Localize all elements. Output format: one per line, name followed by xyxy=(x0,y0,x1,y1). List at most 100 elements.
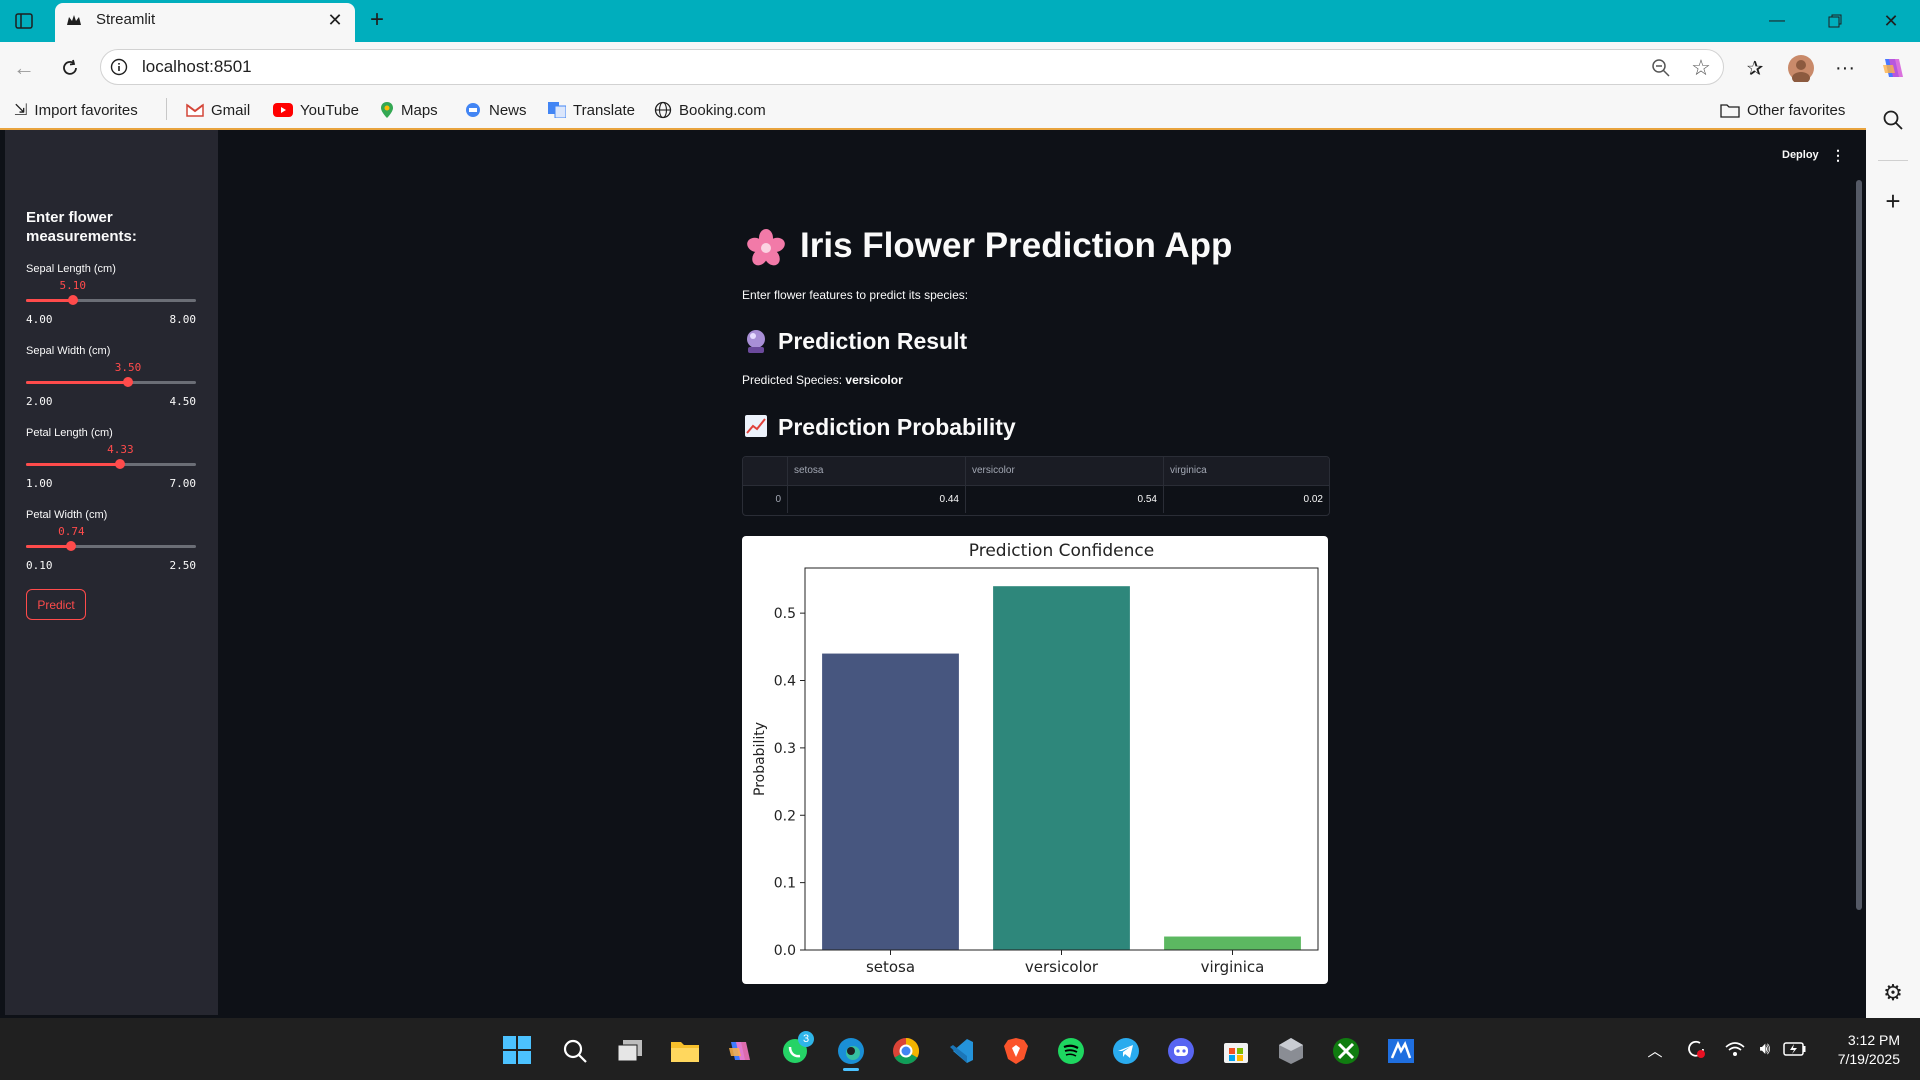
predict-label: Predict xyxy=(37,597,75,612)
slider-min: 0.10 xyxy=(26,559,53,572)
favorites-list-icon[interactable]: ✰ xyxy=(1742,55,1768,81)
y-tick-label: 0.3 xyxy=(774,741,796,757)
slider-label: Petal Length (cm) xyxy=(26,427,113,439)
maps-pin-icon xyxy=(381,102,393,118)
new-tab-icon[interactable]: + xyxy=(364,6,390,33)
slider-max: 4.50 xyxy=(169,395,197,408)
fav-label: Import favorites xyxy=(34,101,138,119)
slider-min: 1.00 xyxy=(26,477,53,490)
vscode-icon[interactable] xyxy=(944,1034,978,1068)
fav-booking[interactable]: Booking.com xyxy=(654,97,766,123)
edge-active-indicator xyxy=(843,1068,859,1071)
table-cell[interactable]: 0.54 xyxy=(965,485,1164,513)
more-options-icon[interactable]: ··· xyxy=(1830,55,1860,81)
spotify-icon[interactable] xyxy=(1054,1034,1088,1068)
refresh-icon[interactable] xyxy=(56,54,84,82)
telegram-icon[interactable] xyxy=(1109,1034,1143,1068)
fav-news[interactable]: News xyxy=(464,97,527,123)
site-info-icon[interactable] xyxy=(108,56,130,78)
slider-label: Petal Width (cm) xyxy=(26,509,108,521)
youtube-icon xyxy=(273,103,293,117)
main-menu-icon[interactable]: ⋮ xyxy=(1831,146,1845,164)
add-sidebar-icon[interactable]: + xyxy=(1878,186,1908,216)
bar-versicolor xyxy=(993,586,1130,950)
fav-import-favorites[interactable]: ⇲ Import favorites xyxy=(14,97,138,123)
x-tick-label: versicolor xyxy=(1025,958,1099,976)
fav-other-favorites[interactable]: Other favorites xyxy=(1720,97,1845,123)
back-icon[interactable]: ← xyxy=(10,54,38,82)
microsoft-store-icon[interactable] xyxy=(1219,1034,1253,1068)
discord-icon[interactable] xyxy=(1164,1034,1198,1068)
slider-label: Sepal Length (cm) xyxy=(26,263,116,275)
chart-title: Prediction Confidence xyxy=(969,541,1154,561)
settings-gear-icon[interactable]: ⚙ xyxy=(1878,978,1908,1008)
tab-actions-icon[interactable] xyxy=(12,10,36,32)
fav-divider xyxy=(166,98,167,120)
slider-fill xyxy=(26,545,72,548)
file-explorer-icon[interactable] xyxy=(669,1036,701,1066)
row-index: 0 xyxy=(743,485,788,513)
edge-icon[interactable] xyxy=(834,1034,868,1068)
table-cell[interactable]: 0.44 xyxy=(787,485,966,513)
tab-title: Streamlit xyxy=(96,11,156,28)
slider-value: 5.10 xyxy=(59,279,87,292)
clock[interactable]: 3:12 PM 7/19/2025 xyxy=(1818,1031,1900,1069)
slider-min: 2.00 xyxy=(26,395,53,408)
chart-increasing-icon xyxy=(744,414,768,440)
column-header[interactable]: setosa xyxy=(787,457,966,485)
profile-avatar[interactable] xyxy=(1786,53,1816,83)
predicted-species: Predicted Species: versicolor xyxy=(742,373,903,387)
fav-gmail[interactable]: Gmail xyxy=(186,97,250,123)
zoom-icon[interactable] xyxy=(1648,55,1674,81)
crystal-ball-icon xyxy=(744,328,768,354)
table-cell[interactable]: 0.02 xyxy=(1164,485,1330,513)
y-axis-label: Probability xyxy=(752,722,768,796)
probability-table[interactable]: setosa versicolor virginica 0 0.44 0.54 … xyxy=(742,456,1330,516)
main-scrollbar[interactable] xyxy=(1856,180,1862,910)
column-header[interactable]: virginica xyxy=(1164,457,1330,485)
taskbar-search-icon[interactable] xyxy=(559,1036,591,1066)
tab-close-icon[interactable]: ✕ xyxy=(324,9,346,31)
battery-icon[interactable] xyxy=(1782,1036,1808,1062)
translate-icon xyxy=(548,102,566,118)
copilot-icon[interactable] xyxy=(1876,52,1908,84)
predict-button[interactable]: Predict xyxy=(26,589,86,620)
streamlit-crown-icon xyxy=(64,10,84,30)
wifi-icon[interactable] xyxy=(1722,1036,1748,1062)
windows-start-icon[interactable] xyxy=(501,1034,533,1066)
x-tick-label: setosa xyxy=(866,958,915,976)
unity-icon[interactable] xyxy=(1274,1034,1308,1068)
blue-app-icon[interactable] xyxy=(1384,1034,1418,1068)
minimize-icon[interactable]: — xyxy=(1762,8,1792,34)
close-window-icon[interactable]: ✕ xyxy=(1876,8,1906,34)
copilot-taskbar-icon[interactable] xyxy=(724,1036,756,1066)
chrome-icon[interactable] xyxy=(889,1034,923,1068)
table-row: 0 0.44 0.54 0.02 xyxy=(743,485,1329,513)
task-view-icon[interactable] xyxy=(614,1036,646,1066)
sync-icon[interactable] xyxy=(1683,1036,1709,1062)
globe-icon xyxy=(654,101,672,119)
side-divider xyxy=(1878,160,1908,161)
restore-icon[interactable] xyxy=(1820,8,1850,34)
slider-thumb[interactable] xyxy=(67,295,78,305)
fav-youtube[interactable]: YouTube xyxy=(273,97,359,123)
y-tick-label: 0.2 xyxy=(774,808,796,824)
slider-max: 8.00 xyxy=(169,313,197,326)
fav-translate[interactable]: Translate xyxy=(548,97,635,123)
y-tick-label: 0.5 xyxy=(774,606,796,622)
address-bar[interactable] xyxy=(100,49,1724,85)
prediction-chart: Prediction Confidence 0.0 0.1 0.2 0.3 0.4 0.5 P… xyxy=(742,536,1328,984)
fav-maps[interactable]: Maps xyxy=(380,97,438,123)
folder-icon xyxy=(1720,104,1740,118)
brave-icon[interactable] xyxy=(999,1034,1033,1068)
column-header[interactable]: versicolor xyxy=(965,457,1164,485)
deploy-button[interactable]: Deploy xyxy=(1782,149,1819,161)
import-icon: ⇲ xyxy=(14,102,28,119)
search-icon[interactable] xyxy=(1878,106,1908,134)
slider-thumb[interactable] xyxy=(123,377,133,387)
favorite-star-icon[interactable]: ☆ xyxy=(1688,55,1714,81)
xbox-icon[interactable] xyxy=(1329,1034,1363,1068)
volume-icon[interactable]: 🔊︎ xyxy=(1752,1036,1778,1062)
url-text[interactable]: localhost:8501 xyxy=(142,57,252,77)
tray-chevron-up-icon[interactable]: ︿ xyxy=(1645,1038,1665,1062)
